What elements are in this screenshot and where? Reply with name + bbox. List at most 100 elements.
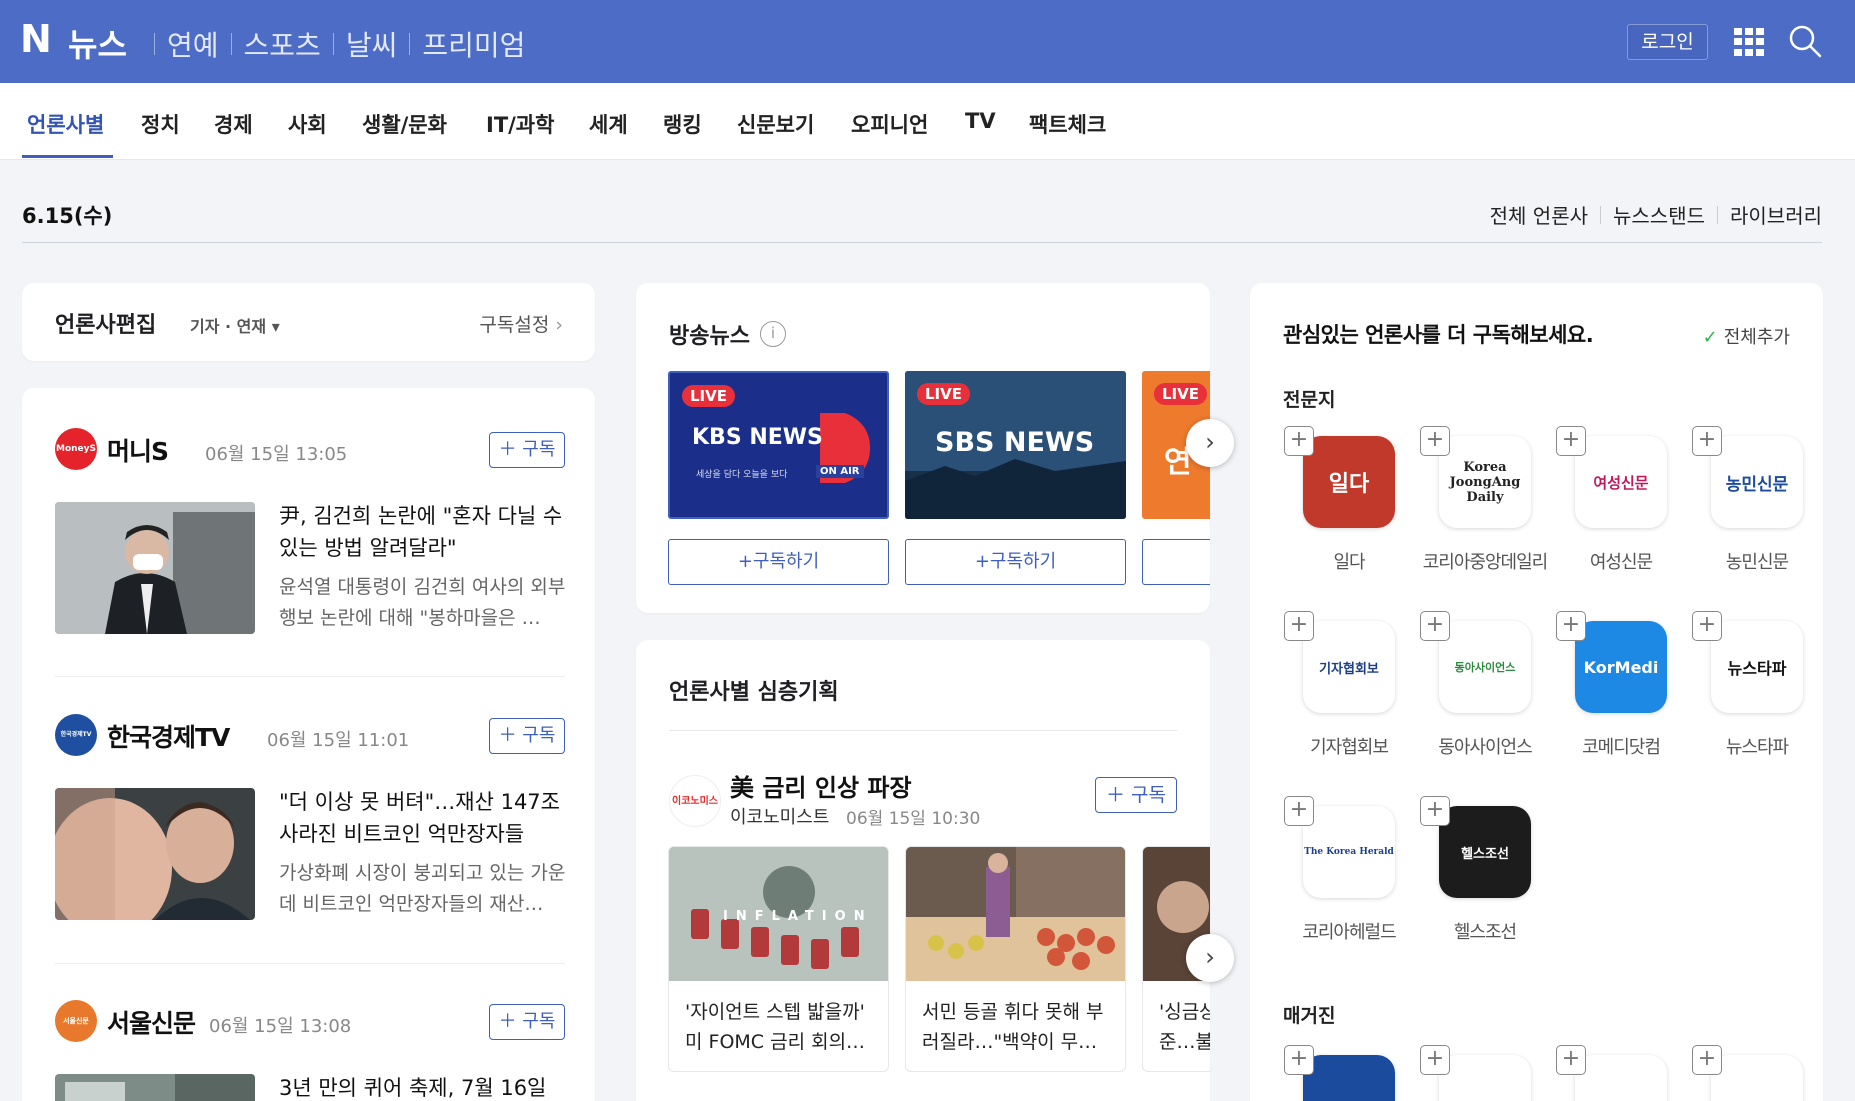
tab-tv[interactable]: TV [965, 109, 996, 133]
deep-coverage-title: 언론사별 심층기획 [669, 680, 839, 705]
magazine-logo-icon [1439, 1055, 1531, 1101]
channel-name: SBS NEWS [935, 427, 1095, 458]
top-nav-sports[interactable]: 스포츠 [244, 24, 321, 64]
top-nav-weather[interactable]: 날씨 [346, 24, 398, 64]
apps-grid-icon[interactable] [1734, 28, 1764, 56]
recommend-title: 관심있는 언론사를 더 구독해보세요. [1283, 323, 1594, 347]
add-icon[interactable]: + [1284, 611, 1314, 641]
press-name[interactable]: 이코노미스트 [730, 803, 829, 829]
subscribe-sbs-button[interactable]: +구독하기 [905, 539, 1126, 585]
tab-by-press[interactable]: 언론사별 [27, 109, 104, 139]
press-logo-icon[interactable]: MoneyS [55, 428, 97, 470]
magazine-logo-icon [1303, 1055, 1395, 1101]
magazine-logo-icon [1575, 1055, 1667, 1101]
newsstand-link[interactable]: 뉴스스탠드 [1613, 200, 1705, 229]
series-headline[interactable]: 美 금리 인상 파장 [730, 768, 912, 803]
add-icon[interactable]: + [1692, 1045, 1722, 1075]
divider [230, 33, 232, 55]
add-icon[interactable]: + [1420, 796, 1450, 826]
kbs-live-thumbnail[interactable]: LIVE KBS NEWS 세상을 담다 오늘을 보다 ON AIR [668, 371, 889, 519]
broadcast-next-arrow-icon[interactable]: › [1186, 419, 1234, 467]
add-all-button[interactable]: ✓ 전체추가 [1703, 323, 1790, 349]
subscribe-button[interactable]: ＋ 구독 [489, 718, 565, 754]
press-logo-icon[interactable]: 이코노미스트 [669, 775, 721, 859]
naver-logo-icon[interactable]: N [20, 20, 52, 58]
subscribe-label: 구독 [522, 725, 556, 746]
chevron-right-icon: › [555, 314, 563, 336]
add-icon[interactable]: + [1692, 426, 1722, 456]
publisher-name: 코리아헤럴드 [1302, 922, 1396, 943]
tab-newspaper[interactable]: 신문보기 [737, 109, 814, 139]
article-summary[interactable]: 윤석열 대통령이 김건희 여사의 외부 행보 논란에 대해 "봉하마을은 … [279, 572, 569, 636]
publisher-name: 기자협회보 [1310, 737, 1389, 758]
subscribe-button[interactable]: ＋ 구독 [1095, 777, 1177, 813]
tab-it-science[interactable]: IT/과학 [486, 109, 554, 139]
check-icon: ✓ [1702, 327, 1718, 348]
publisher-name: 뉴스타파 [1725, 737, 1789, 758]
article-thumbnail[interactable] [55, 502, 255, 634]
article-headline[interactable]: 3년 만의 퀴어 축제, 7월 16일 서 [279, 1072, 569, 1101]
press-name[interactable]: 서울신문 [107, 1004, 196, 1040]
add-icon[interactable]: + [1420, 426, 1450, 456]
press-name[interactable]: 머니S [107, 432, 169, 468]
add-icon[interactable]: + [1692, 611, 1722, 641]
deep-next-arrow-icon[interactable]: › [1186, 934, 1234, 982]
add-icon[interactable]: + [1284, 796, 1314, 826]
channel-name: KBS NEWS [692, 425, 823, 450]
info-icon[interactable]: i [760, 321, 786, 347]
divider [55, 963, 565, 964]
article-card[interactable]: 서민 등골 휘다 못해 부러질라…"백약이 무… [905, 846, 1126, 1072]
add-icon[interactable]: + [1284, 1045, 1314, 1075]
article-thumbnail[interactable] [55, 788, 255, 920]
library-link[interactable]: 라이브러리 [1730, 200, 1822, 229]
subscribe-button[interactable]: ＋ 구독 [489, 1004, 565, 1040]
news-brand[interactable]: 뉴스 [68, 20, 127, 66]
press-name[interactable]: 한국경제TV [107, 718, 230, 754]
tab-factcheck[interactable]: 팩트체크 [1029, 109, 1106, 139]
tab-ranking[interactable]: 랭킹 [663, 109, 702, 139]
tab-economy[interactable]: 경제 [214, 109, 253, 139]
add-icon[interactable]: + [1420, 611, 1450, 641]
press-time: 06월 15일 10:30 [846, 809, 981, 829]
press-logo-icon[interactable]: 한국경제TV [55, 714, 97, 756]
tab-opinion[interactable]: 오피니언 [851, 109, 928, 139]
article-headline[interactable]: 尹, 김건희 논란에 "혼자 다닐 수 있는 방법 알려달라" [279, 500, 569, 564]
tab-society[interactable]: 사회 [288, 109, 327, 139]
reporter-series-dropdown[interactable]: 기자 · 연재 ▾ [190, 313, 280, 337]
on-air-tag: ON AIR [816, 465, 864, 478]
top-nav-entertainment[interactable]: 연예 [167, 24, 219, 64]
publisher-name: 코리아중앙데일리 [1422, 552, 1548, 573]
publisher-name: 헬스조선 [1453, 922, 1517, 943]
live-badge: LIVE [682, 385, 735, 407]
publisher-name: 동아사이언스 [1438, 737, 1532, 758]
search-icon[interactable] [1788, 24, 1822, 58]
sbs-live-thumbnail[interactable]: LIVE SBS NEWS [905, 371, 1126, 519]
press-logo-icon[interactable]: 서울신문 [55, 1000, 97, 1042]
all-press-link[interactable]: 전체 언론사 [1490, 200, 1588, 229]
subscribe-yonhap-button[interactable] [1142, 539, 1210, 585]
add-icon[interactable]: + [1556, 611, 1586, 641]
dropdown-label: 기자 · 연재 [190, 317, 267, 336]
divider [332, 33, 334, 55]
subscribe-label: 구독 [522, 1011, 556, 1032]
tab-life-culture[interactable]: 생활/문화 [362, 109, 447, 139]
top-nav-premium[interactable]: 프리미엄 [422, 24, 525, 64]
subscribe-button[interactable]: ＋ 구독 [489, 432, 565, 468]
article-card[interactable]: INFLATION '자이언트 스텝 밟을까' 미 FOMC 금리 회의… [668, 846, 889, 1072]
add-icon[interactable]: + [1284, 426, 1314, 456]
article-headline[interactable]: "더 이상 못 버텨"…재산 147조 사라진 비트코인 억만장자들 [279, 786, 569, 850]
article-headline: '자이언트 스텝 밟을까' 미 FOMC 금리 회의… [685, 1001, 866, 1053]
subscribe-kbs-button[interactable]: +구독하기 [668, 539, 889, 585]
article-summary[interactable]: 가상화폐 시장이 붕괴되고 있는 가운데 비트코인 억만장자들의 재산… [279, 858, 569, 922]
subscription-settings-link[interactable]: 구독설정 › [479, 310, 563, 337]
article-image-caption: INFLATION [723, 909, 873, 924]
login-button[interactable]: 로그인 [1627, 24, 1708, 60]
add-icon[interactable]: + [1556, 1045, 1586, 1075]
press-edit-title: 언론사편집 [55, 313, 157, 338]
tab-politics[interactable]: 정치 [141, 109, 180, 139]
article-thumbnail[interactable] [55, 1074, 255, 1101]
add-icon[interactable]: + [1556, 426, 1586, 456]
tab-world[interactable]: 세계 [589, 109, 628, 139]
broadcast-news-panel: 방송뉴스 i LIVE KBS NEWS 세상을 담다 오늘을 보다 ON AI… [636, 283, 1210, 613]
add-icon[interactable]: + [1420, 1045, 1450, 1075]
